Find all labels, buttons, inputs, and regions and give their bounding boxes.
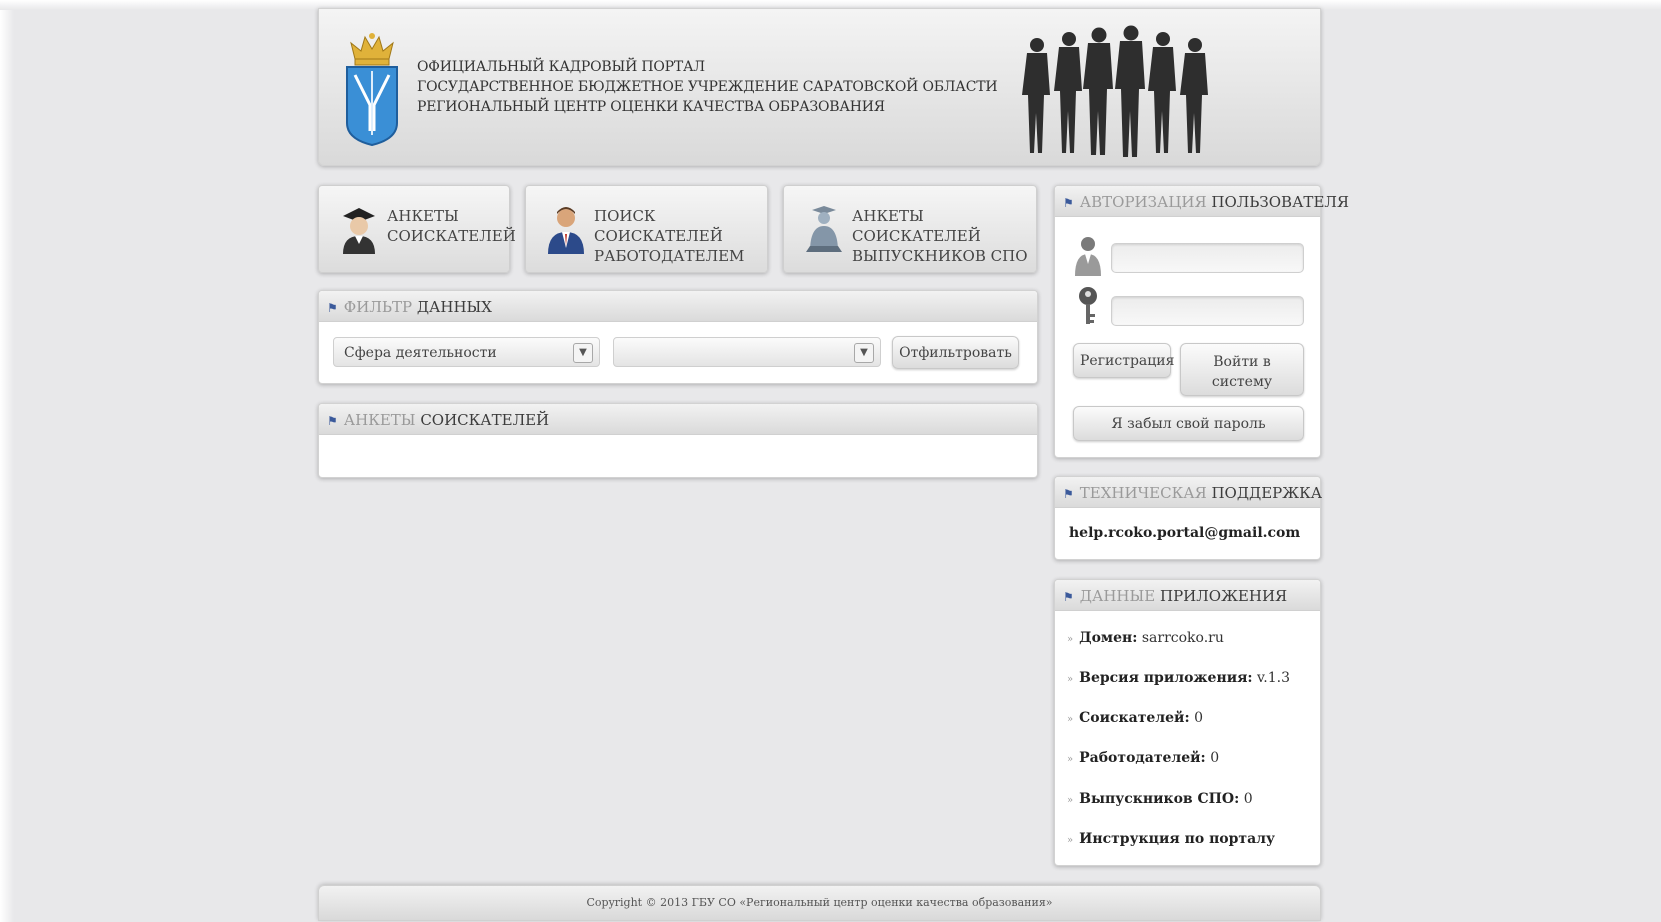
auth-title-dark: ПОЛЬЗОВАТЕЛЯ bbox=[1211, 193, 1350, 211]
graduate-figure-icon bbox=[806, 206, 842, 252]
bullet-icon: » bbox=[1067, 795, 1074, 806]
nav-applicants-line2: СОИСКАТЕЛЕЙ bbox=[387, 227, 516, 245]
secondary-filter-select[interactable]: ▼ bbox=[613, 337, 881, 367]
info-employers: » Работодателей: 0 bbox=[1067, 750, 1219, 766]
header-title-institution: ГОСУДАРСТВЕННОЕ БЮДЖЕТНОЕ УЧРЕЖДЕНИЕ САР… bbox=[417, 79, 998, 95]
pin-icon: ⚑ bbox=[327, 414, 338, 428]
pin-icon: ⚑ bbox=[1063, 590, 1074, 604]
app-info-panel: ⚑ ДАННЫЕ ПРИЛОЖЕНИЯ » Домен: sarrcoko.ru … bbox=[1054, 579, 1321, 866]
student-avatar-icon bbox=[343, 208, 375, 254]
info-employers-label: Работодателей: bbox=[1079, 750, 1206, 766]
login-input[interactable] bbox=[1111, 243, 1304, 273]
site-header: ОФИЦИАЛЬНЫЙ КАДРОВЫЙ ПОРТАЛ ГОСУДАРСТВЕН… bbox=[318, 8, 1321, 166]
nav-graduates-line2: ВЫПУСКНИКОВ СПО bbox=[852, 247, 1028, 265]
pin-icon: ⚑ bbox=[1063, 196, 1074, 210]
nav-graduates-button[interactable]: АНКЕТЫ СОИСКАТЕЛЕЙ ВЫПУСКНИКОВ СПО bbox=[783, 185, 1037, 273]
filter-title-light: ФИЛЬТР bbox=[343, 298, 413, 316]
nav-graduates-label: АНКЕТЫ СОИСКАТЕЛЕЙ ВЫПУСКНИКОВ СПО bbox=[852, 206, 1036, 266]
app-info-title-light: ДАННЫЕ bbox=[1079, 587, 1156, 605]
nav-employer-search-label: ПОИСК СОИСКАТЕЛЕЙ РАБОТОДАТЕЛЕМ bbox=[594, 206, 767, 266]
nav-graduates-line1: АНКЕТЫ СОИСКАТЕЛЕЙ bbox=[852, 207, 981, 245]
page-edge-left bbox=[0, 0, 14, 922]
applicants-title-dark: СОИСКАТЕЛЕЙ bbox=[420, 411, 550, 429]
password-input[interactable] bbox=[1111, 296, 1304, 326]
register-button[interactable]: Регистрация bbox=[1073, 343, 1174, 378]
login-button-line1: Войти в bbox=[1213, 353, 1271, 370]
info-version-label: Версия приложения: bbox=[1079, 670, 1253, 686]
filter-button[interactable]: Отфильтровать bbox=[892, 336, 1019, 369]
app-info-title-dark: ПРИЛОЖЕНИЯ bbox=[1160, 587, 1288, 605]
chevron-down-icon: ▼ bbox=[573, 343, 593, 363]
info-version-value: v.1.3 bbox=[1257, 670, 1291, 686]
info-domain: » Домен: sarrcoko.ru bbox=[1067, 630, 1224, 646]
auth-panel: ⚑ АВТОРИЗАЦИЯ ПОЛЬЗОВАТЕЛЯ Регистрация В… bbox=[1054, 185, 1349, 458]
filter-title-dark: ДАННЫХ bbox=[416, 298, 492, 316]
info-manual-link[interactable]: » Инструкция по порталу bbox=[1067, 831, 1275, 847]
nav-search-line2: РАБОТОДАТЕЛЕМ bbox=[594, 247, 745, 265]
user-icon bbox=[1075, 237, 1101, 276]
support-title-dark: ПОДДЕРЖКА bbox=[1211, 484, 1323, 502]
info-manual-label[interactable]: Инструкция по порталу bbox=[1079, 831, 1275, 847]
info-domain-label: Домен: bbox=[1079, 630, 1138, 646]
pin-icon: ⚑ bbox=[1063, 487, 1074, 501]
nav-applicants-button[interactable]: АНКЕТЫ СОИСКАТЕЛЕЙ bbox=[318, 185, 516, 273]
activity-sphere-select-value: Сфера деятельности bbox=[344, 345, 497, 361]
bullet-icon: » bbox=[1067, 674, 1074, 685]
info-graduates: » Выпускников СПО: 0 bbox=[1067, 791, 1253, 807]
auth-panel-header: ⚑ АВТОРИЗАЦИЯ ПОЛЬЗОВАТЕЛЯ bbox=[1055, 186, 1349, 217]
applicants-panel: ⚑ АНКЕТЫ СОИСКАТЕЛЕЙ bbox=[318, 403, 1038, 478]
info-applicants-value: 0 bbox=[1194, 710, 1203, 726]
auth-title-light: АВТОРИЗАЦИЯ bbox=[1079, 193, 1207, 211]
bullet-icon: » bbox=[1067, 754, 1074, 765]
header-title-center: РЕГИОНАЛЬНЫЙ ЦЕНТР ОЦЕНКИ КАЧЕСТВА ОБРАЗ… bbox=[417, 99, 885, 115]
app-info-panel-header: ⚑ ДАННЫЕ ПРИЛОЖЕНИЯ bbox=[1055, 580, 1320, 611]
nav-applicants-line1: АНКЕТЫ bbox=[387, 207, 459, 225]
chevron-down-icon: ▼ bbox=[854, 343, 874, 363]
bullet-icon: » bbox=[1067, 634, 1074, 645]
nav-search-line1: ПОИСК СОИСКАТЕЛЕЙ bbox=[594, 207, 723, 245]
support-email[interactable]: help.rcoko.portal@gmail.com bbox=[1069, 525, 1300, 541]
bullet-icon: » bbox=[1067, 835, 1074, 846]
info-domain-value: sarrcoko.ru bbox=[1141, 630, 1224, 646]
applicants-panel-header: ⚑ АНКЕТЫ СОИСКАТЕЛЕЙ bbox=[319, 404, 1037, 435]
login-button-line2: систему bbox=[1211, 373, 1273, 390]
site-footer: Copyright © 2013 ГБУ СО «Региональный це… bbox=[318, 885, 1321, 921]
header-title-portal: ОФИЦИАЛЬНЫЙ КАДРОВЫЙ ПОРТАЛ bbox=[417, 59, 705, 75]
pin-icon: ⚑ bbox=[327, 301, 338, 315]
support-title-light: ТЕХНИЧЕСКАЯ bbox=[1079, 484, 1207, 502]
header-titles: ОФИЦИАЛЬНЫЙ КАДРОВЫЙ ПОРТАЛ ГОСУДАРСТВЕН… bbox=[417, 57, 998, 117]
info-graduates-label: Выпускников СПО: bbox=[1079, 791, 1240, 807]
footer-copyright: Copyright © 2013 ГБУ СО «Региональный це… bbox=[586, 896, 1053, 909]
login-button[interactable]: Войти в систему bbox=[1180, 343, 1304, 396]
nav-applicants-label: АНКЕТЫ СОИСКАТЕЛЕЙ bbox=[387, 206, 516, 246]
info-applicants-label: Соискателей: bbox=[1079, 710, 1190, 726]
bullet-icon: » bbox=[1067, 714, 1074, 725]
key-icon bbox=[1079, 287, 1097, 324]
activity-sphere-select[interactable]: Сфера деятельности ▼ bbox=[333, 337, 600, 367]
info-applicants: » Соискателей: 0 bbox=[1067, 710, 1203, 726]
nav-employer-search-button[interactable]: ПОИСК СОИСКАТЕЛЕЙ РАБОТОДАТЕЛЕМ bbox=[525, 185, 768, 273]
applicants-title-light: АНКЕТЫ bbox=[343, 411, 416, 429]
filter-panel-header: ⚑ ФИЛЬТР ДАННЫХ bbox=[319, 291, 1037, 322]
info-graduates-value: 0 bbox=[1243, 791, 1253, 807]
saratov-crest-icon bbox=[346, 33, 398, 147]
info-version: » Версия приложения: v.1.3 bbox=[1067, 670, 1290, 686]
people-silhouettes-icon bbox=[1022, 25, 1208, 157]
info-employers-value: 0 bbox=[1210, 750, 1220, 766]
support-panel: ⚑ ТЕХНИЧЕСКАЯ ПОДДЕРЖКА help.rcoko.porta… bbox=[1054, 476, 1323, 560]
businessman-icon bbox=[548, 207, 584, 254]
forgot-password-button[interactable]: Я забыл свой пароль bbox=[1073, 406, 1304, 441]
support-panel-header: ⚑ ТЕХНИЧЕСКАЯ ПОДДЕРЖКА bbox=[1055, 477, 1323, 508]
